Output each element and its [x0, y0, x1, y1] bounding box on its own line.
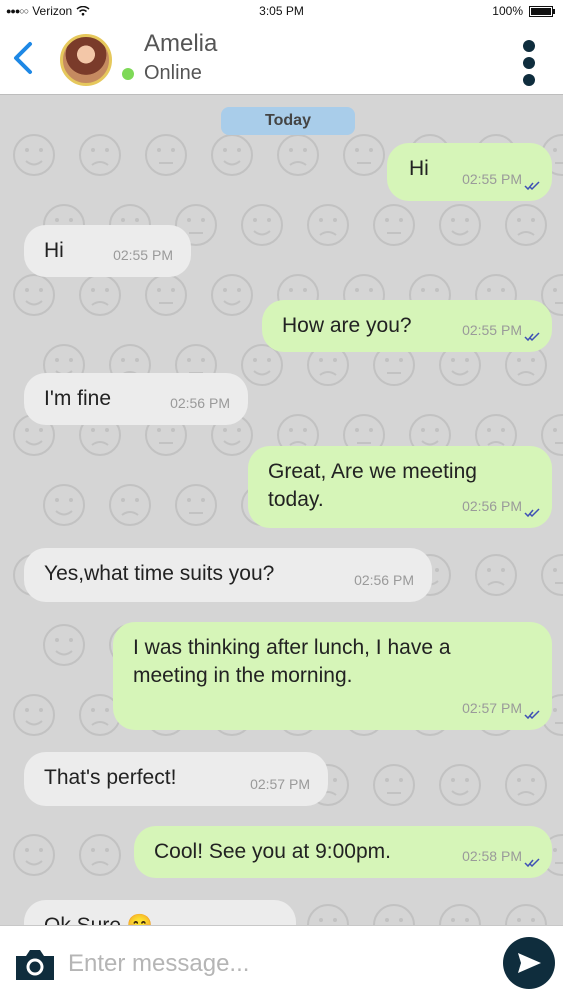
- pattern-emoji-icon: [439, 904, 481, 925]
- message-time: 02:57 PM: [462, 700, 522, 716]
- kebab-dot: [523, 74, 535, 86]
- composer-bar: [0, 925, 563, 1001]
- message-time: 02:56 PM: [170, 395, 230, 411]
- double-check-icon: [524, 710, 540, 720]
- message-text: Ok Sure 😊: [44, 912, 276, 925]
- send-icon: [518, 953, 541, 973]
- message-bubble-incoming[interactable]: I'm fine 02:56 PM: [24, 373, 248, 425]
- pattern-emoji-icon: [13, 134, 55, 176]
- double-check-icon: [524, 181, 540, 191]
- pattern-emoji-icon: [307, 904, 349, 925]
- pattern-emoji-icon: [211, 274, 253, 316]
- pattern-emoji-icon: [373, 764, 415, 806]
- pattern-emoji-icon: [343, 134, 385, 176]
- message-bubble-outgoing[interactable]: I was thinking after lunch, I have a mee…: [113, 622, 552, 730]
- pattern-emoji-icon: [79, 134, 121, 176]
- message-time: 02:56 PM: [354, 572, 414, 588]
- message-bubble-incoming[interactable]: Yes,what time suits you? 02:56 PM: [24, 548, 432, 602]
- presence-status: Online: [144, 62, 202, 84]
- pattern-emoji-icon: [175, 484, 217, 526]
- pattern-emoji-icon: [43, 484, 85, 526]
- double-check-icon: [524, 332, 540, 342]
- message-time: 02:57 PM: [250, 776, 310, 792]
- online-status-icon: [122, 68, 134, 80]
- message-time: 02:55 PM: [462, 171, 522, 187]
- pattern-emoji-icon: [109, 484, 151, 526]
- send-button[interactable]: [503, 937, 555, 989]
- status-bar: ●●●○○ Verizon 3:05 PM 100%: [0, 0, 563, 24]
- pattern-emoji-icon: [277, 134, 319, 176]
- message-time: 02:55 PM: [462, 322, 522, 338]
- pattern-emoji-icon: [211, 134, 253, 176]
- pattern-emoji-icon: [505, 204, 547, 246]
- kebab-menu-icon: [523, 40, 535, 52]
- message-bubble-incoming[interactable]: Hi 02:55 PM: [24, 225, 191, 277]
- contact-name: Amelia: [144, 30, 218, 57]
- pattern-emoji-icon: [541, 414, 563, 456]
- pattern-emoji-icon: [505, 904, 547, 925]
- message-bubble-outgoing[interactable]: Great, Are we meeting today. 02:56 PM: [248, 446, 552, 528]
- pattern-emoji-icon: [541, 554, 563, 596]
- status-time: 3:05 PM: [259, 4, 304, 18]
- message-time: 02:56 PM: [462, 498, 522, 514]
- battery-icon: [529, 5, 555, 17]
- pattern-emoji-icon: [475, 554, 517, 596]
- double-check-icon: [524, 508, 540, 518]
- pattern-emoji-icon: [145, 274, 187, 316]
- pattern-emoji-icon: [79, 274, 121, 316]
- message-input[interactable]: [66, 940, 480, 988]
- message-bubble-outgoing[interactable]: Hi 02:55 PM: [387, 143, 552, 201]
- message-bubble-outgoing[interactable]: How are you? 02:55 PM: [262, 300, 552, 352]
- pattern-emoji-icon: [241, 204, 283, 246]
- chevron-left-icon: [14, 42, 32, 74]
- message-list[interactable]: Today Hi 02:55 PM Hi 02:55 PM How are yo…: [0, 95, 563, 925]
- pattern-emoji-icon: [43, 624, 85, 666]
- double-check-icon: [524, 858, 540, 868]
- date-divider: Today: [221, 107, 355, 135]
- pattern-emoji-icon: [13, 834, 55, 876]
- message-bubble-incoming[interactable]: Ok Sure 😊: [24, 900, 296, 925]
- pattern-emoji-icon: [241, 344, 283, 386]
- chat-header: Amelia Online: [0, 24, 563, 95]
- message-text: I was thinking after lunch, I have a mee…: [133, 636, 451, 687]
- camera-button[interactable]: [12, 944, 58, 984]
- pattern-emoji-icon: [79, 834, 121, 876]
- message-time: 02:55 PM: [113, 247, 173, 263]
- avatar[interactable]: [60, 34, 112, 86]
- message-time: 02:58 PM: [462, 848, 522, 864]
- back-button[interactable]: [10, 38, 40, 78]
- battery-percent: 100%: [492, 4, 523, 18]
- message-bubble-outgoing[interactable]: Cool! See you at 9:00pm. 02:58 PM: [134, 826, 552, 878]
- kebab-dot: [523, 57, 535, 69]
- pattern-emoji-icon: [373, 904, 415, 925]
- pattern-emoji-icon: [439, 204, 481, 246]
- battery-group: 100%: [492, 4, 555, 18]
- pattern-emoji-icon: [439, 764, 481, 806]
- pattern-emoji-icon: [307, 204, 349, 246]
- pattern-emoji-icon: [13, 694, 55, 736]
- pattern-emoji-icon: [145, 134, 187, 176]
- pattern-emoji-icon: [505, 764, 547, 806]
- camera-icon: [16, 950, 54, 980]
- message-bubble-incoming[interactable]: That's perfect! 02:57 PM: [24, 752, 328, 806]
- pattern-emoji-icon: [13, 274, 55, 316]
- menu-button[interactable]: [521, 40, 537, 86]
- pattern-emoji-icon: [373, 204, 415, 246]
